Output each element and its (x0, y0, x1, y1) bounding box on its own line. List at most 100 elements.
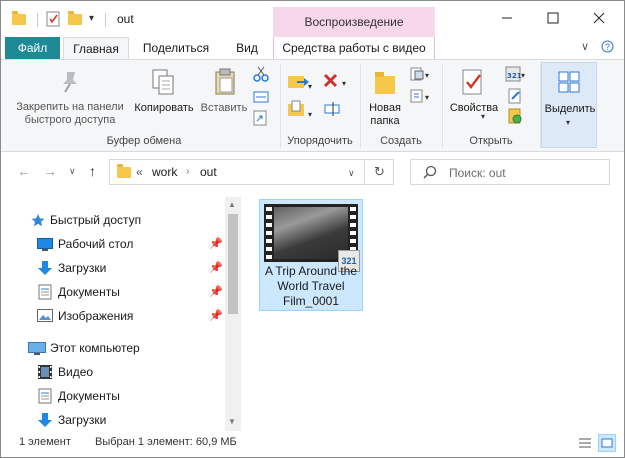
qa-separator (37, 13, 38, 27)
download-icon (37, 260, 53, 279)
properties-quick-icon[interactable] (45, 11, 61, 27)
address-divider (364, 160, 365, 184)
svg-text:▾: ▾ (425, 71, 429, 80)
tab-view[interactable]: Вид (227, 37, 267, 59)
video-thumbnail: 321 (264, 204, 360, 272)
star-icon (31, 213, 45, 230)
easy-access-icon[interactable]: ▾ (409, 88, 433, 107)
rename-icon[interactable] (324, 100, 342, 121)
select-button[interactable]: Выделить ▾ (541, 62, 597, 148)
svg-text:▾: ▾ (521, 71, 525, 80)
nav-item-downloads-pc[interactable]: Загрузки (1, 409, 225, 431)
properties-dropdown-icon[interactable]: ▾ (481, 112, 485, 121)
new-folder-icon (373, 68, 397, 99)
nav-item-label: Документы (58, 285, 120, 299)
scroll-down-icon[interactable]: ▼ (228, 417, 236, 426)
explorer-window: ▾ out Воспроизведение Файл Главная Подел… (0, 0, 625, 458)
tab-file[interactable]: Файл (5, 37, 60, 59)
search-icon (423, 165, 437, 182)
details-view-button[interactable] (576, 434, 594, 452)
pin-quick-access-button[interactable]: Закрепить на панели быстрого доступа (9, 101, 131, 127)
pin-icon[interactable]: 📌 (209, 309, 223, 322)
item-count: 1 элемент (19, 436, 71, 448)
nav-item-documents[interactable]: Документы 📌 (1, 281, 225, 303)
back-arrow-icon[interactable]: ← (17, 163, 31, 179)
computer-icon (28, 342, 46, 359)
pin-icon[interactable]: 📌 (209, 285, 223, 298)
nav-item-videos[interactable]: Видео (1, 361, 225, 383)
nav-item-label: Изображения (58, 309, 134, 323)
close-button[interactable] (576, 1, 622, 35)
context-tab-header: Воспроизведение (273, 7, 435, 37)
tab-share[interactable]: Поделиться (137, 37, 215, 59)
file-name: A Trip Around the World Travel Film_0001 (264, 264, 358, 308)
document-icon (38, 284, 52, 303)
delete-icon[interactable]: ▾ (322, 72, 350, 93)
select-grid-icon (558, 71, 580, 96)
minimize-button[interactable] (484, 1, 530, 35)
copy-button[interactable]: Копировать (129, 102, 199, 115)
search-box[interactable]: Поиск: out (410, 159, 610, 185)
nav-item-desktop[interactable]: Рабочий стол 📌 (1, 233, 225, 255)
scroll-up-icon[interactable]: ▲ (228, 200, 236, 209)
paste-icon (213, 68, 237, 99)
clipboard-group-label: Буфер обмена (106, 135, 182, 147)
new-folder-quick-icon[interactable] (67, 11, 83, 27)
new-item-icon[interactable]: ▾ (409, 66, 433, 85)
edit-icon[interactable] (507, 88, 523, 107)
video-icon (37, 364, 53, 383)
breadcrumb-work[interactable]: work (152, 165, 177, 179)
forward-arrow-icon[interactable]: → (43, 163, 57, 179)
move-to-icon[interactable]: ▾ (287, 72, 313, 93)
open-with-icon[interactable]: 321 ▾ (505, 66, 527, 85)
svg-text:▾: ▾ (425, 93, 429, 102)
paste-button[interactable]: Вставить (197, 102, 251, 115)
refresh-icon[interactable]: ↻ (374, 164, 385, 180)
cut-icon[interactable] (253, 66, 269, 85)
copy-path-icon[interactable] (253, 90, 269, 107)
nav-item-pictures[interactable]: Изображения 📌 (1, 305, 225, 327)
paste-shortcut-icon[interactable] (253, 110, 267, 129)
properties-button[interactable]: Свойства (447, 102, 501, 115)
up-arrow-icon[interactable]: ↑ (89, 163, 96, 179)
nav-item-downloads[interactable]: Загрузки 📌 (1, 257, 225, 279)
history-icon[interactable] (507, 108, 523, 127)
breadcrumb-overflow[interactable]: « (136, 165, 143, 179)
ribbon-tabs: Файл Главная Поделиться Вид Средства раб… (1, 37, 624, 59)
navigation-pane: Быстрый доступ Рабочий стол 📌 Загрузки 📌… (1, 197, 241, 431)
ribbon-collapse-icon[interactable]: ∨ (581, 40, 589, 53)
tab-home[interactable]: Главная (63, 37, 129, 59)
breadcrumb-chevron-icon[interactable]: › (186, 166, 189, 177)
pin-icon[interactable]: 📌 (209, 261, 223, 274)
nav-item-documents-pc[interactable]: Документы (1, 385, 225, 407)
pin-icon (59, 70, 81, 97)
video-frame-image (274, 207, 348, 259)
nav-item-quick-access[interactable]: Быстрый доступ (1, 209, 225, 231)
address-dropdown-icon[interactable]: ∨ (348, 168, 355, 179)
search-input[interactable]: Поиск: out (449, 166, 506, 180)
tab-video-tools[interactable]: Средства работы с видео (273, 37, 435, 59)
scroll-thumb[interactable] (228, 214, 238, 314)
file-list: 321 A Trip Around the World Travel Film_… (245, 191, 624, 431)
nav-item-this-pc[interactable]: Этот компьютер (1, 337, 225, 359)
recent-locations-icon[interactable]: ∨ (69, 166, 76, 177)
maximize-button[interactable] (530, 1, 576, 35)
desktop-icon (37, 238, 53, 254)
address-bar[interactable]: « work › out ∨ ↻ (109, 159, 394, 185)
breadcrumb-out[interactable]: out (200, 165, 217, 179)
ribbon: Закрепить на панели быстрого доступа Коп… (1, 59, 624, 152)
svg-text:321: 321 (507, 72, 522, 80)
nav-item-label: Загрузки (58, 413, 107, 427)
copy-to-icon[interactable]: ▾ (287, 100, 313, 121)
file-item[interactable]: 321 A Trip Around the World Travel Film_… (259, 199, 363, 311)
large-icons-view-button[interactable] (598, 434, 616, 452)
copy-icon (151, 68, 175, 99)
qa-customize-icon[interactable]: ▾ (89, 11, 105, 27)
select-label: Выделить (544, 103, 596, 115)
svg-text:▾: ▾ (308, 110, 312, 118)
open-group-label: Открыть (469, 135, 513, 147)
pin-icon[interactable]: 📌 (209, 237, 223, 250)
new-folder-button[interactable]: Новая папка (363, 102, 407, 128)
help-icon[interactable]: ? (601, 40, 614, 56)
nav-scrollbar[interactable]: ▲ ▼ (225, 197, 241, 431)
